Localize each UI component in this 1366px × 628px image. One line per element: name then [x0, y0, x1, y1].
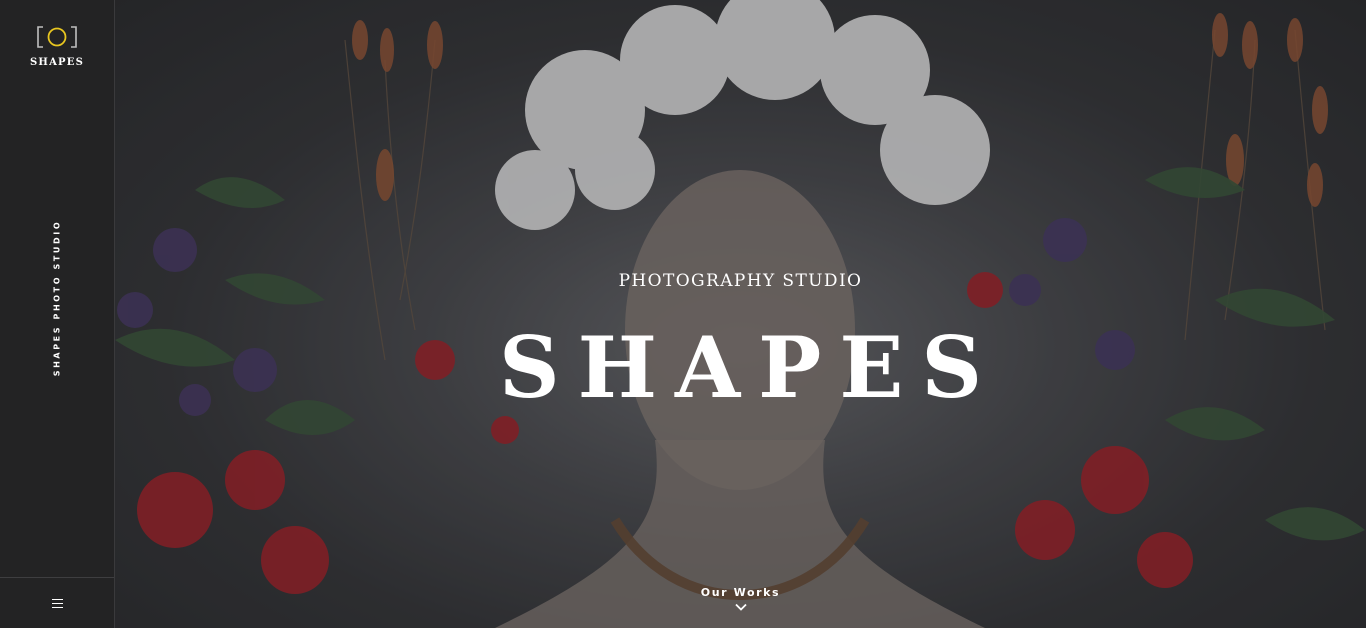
our-works-label: Our Works — [700, 586, 781, 599]
logo-text: SHAPES — [30, 57, 84, 68]
sidebar: SHAPES SHAPES PHOTO STUDIO — [0, 0, 115, 628]
camera-frame-icon — [37, 26, 77, 48]
hamburger-menu-icon — [51, 598, 63, 608]
our-works-link[interactable]: Our Works — [115, 586, 1366, 611]
logo-link[interactable]: SHAPES — [0, 22, 114, 68]
hero-subtitle: PHOTOGRAPHY STUDIO — [618, 271, 863, 291]
hero-section: PHOTOGRAPHY STUDIO SHAPES Our Works — [115, 0, 1366, 628]
menu-button[interactable] — [0, 578, 114, 628]
hero-overlay — [115, 0, 1366, 628]
vertical-tagline: SHAPES PHOTO STUDIO — [52, 219, 62, 377]
hero-title: SHAPES — [498, 318, 1001, 417]
chevron-down-icon — [734, 603, 747, 611]
